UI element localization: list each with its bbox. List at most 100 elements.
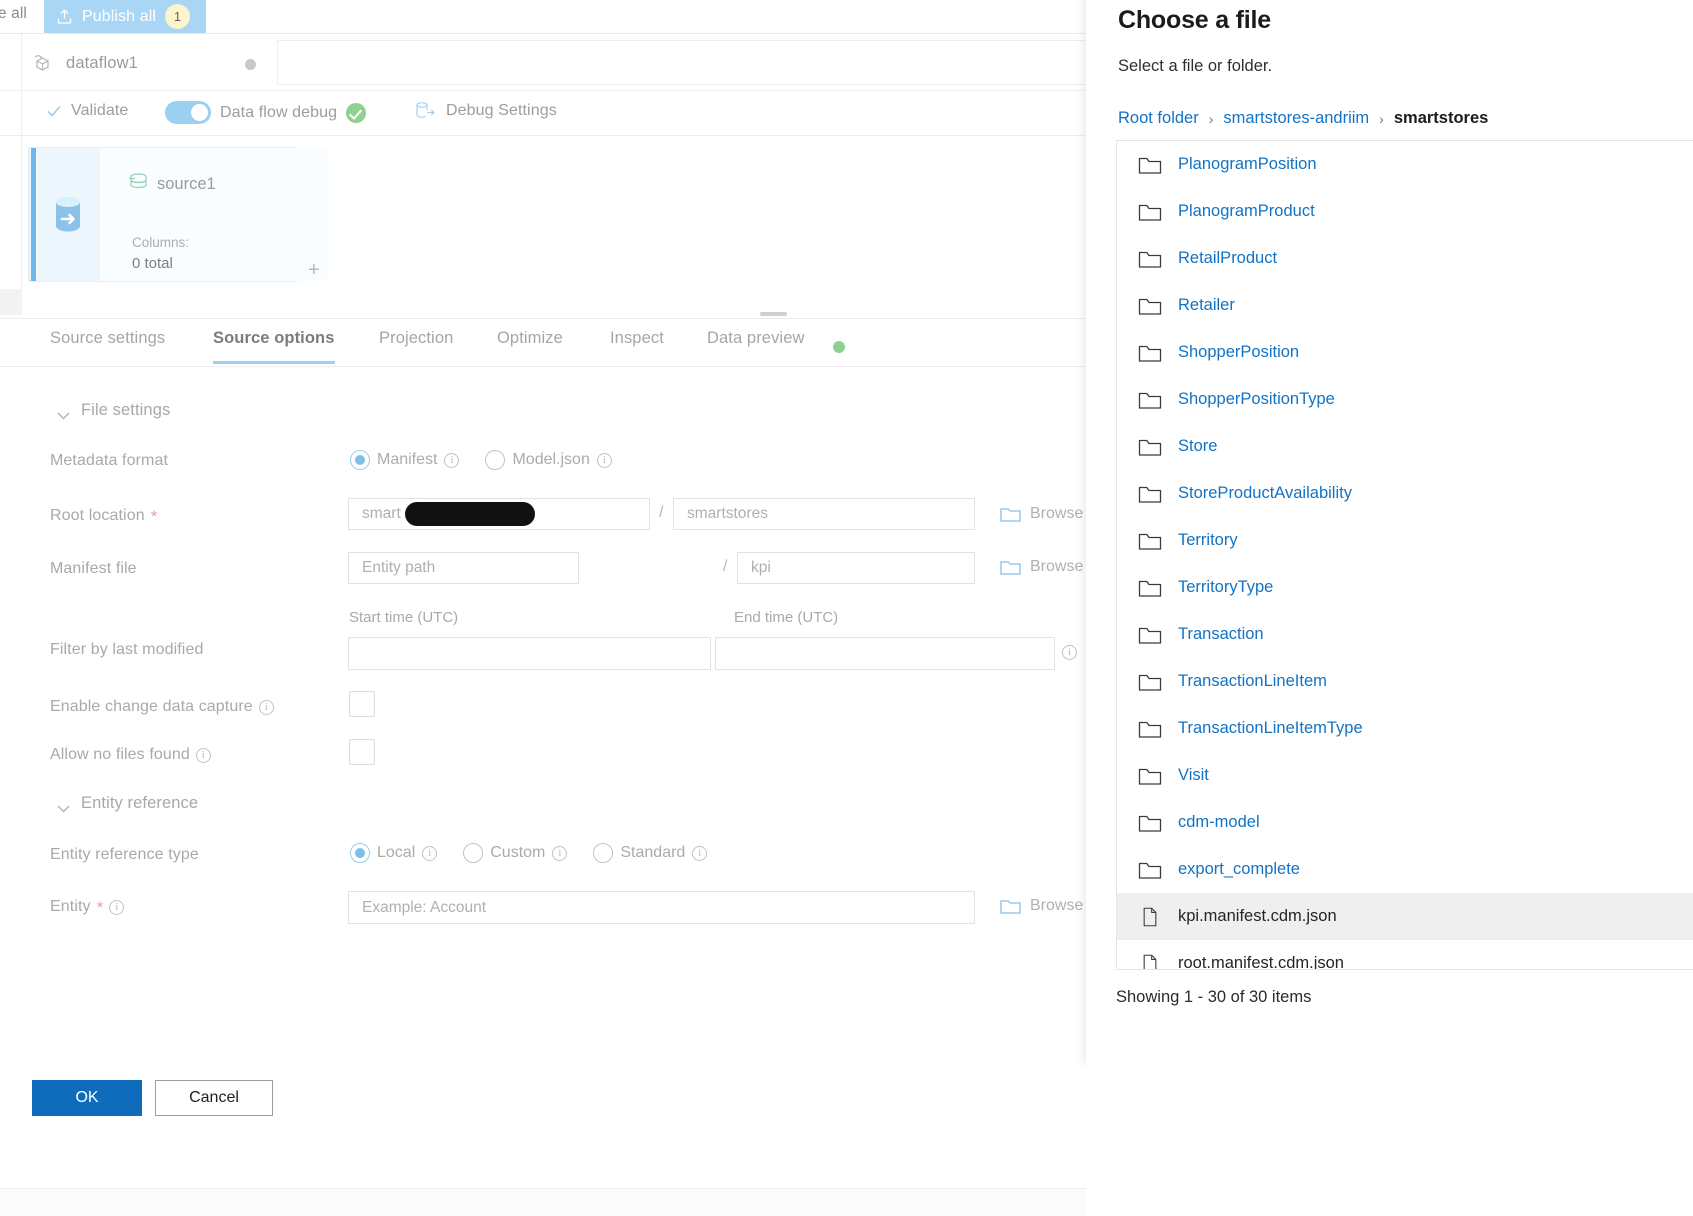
info-icon[interactable]: i (444, 452, 460, 468)
info-icon[interactable]: i (195, 747, 211, 763)
chevron-down-icon (57, 407, 70, 419)
folder-icon (1138, 437, 1162, 457)
start-time-input[interactable] (348, 637, 711, 670)
breadcrumb-current: smartstores (1393, 109, 1489, 127)
tab-optimize[interactable]: Optimize (497, 329, 563, 361)
radio-custom-icon[interactable] (463, 843, 484, 863)
folder-icon (1138, 625, 1162, 645)
entity-reference-type-radios[interactable]: Local i Custom i Standard i (350, 843, 733, 863)
publish-all-label: Publish all (82, 7, 157, 25)
file-browser-folder-row[interactable]: Store (1117, 423, 1693, 470)
info-icon[interactable]: i (552, 845, 568, 861)
breadcrumb-smartstores-andriim[interactable]: smartstores-andriim (1223, 109, 1369, 128)
breadcrumb: Root folder › smartstores-andriim › smar… (1118, 109, 1488, 128)
debug-settings-button[interactable]: Debug Settings (415, 101, 557, 121)
entity-placeholder: Example: Account (362, 898, 487, 916)
info-icon[interactable]: i (422, 845, 438, 861)
ok-button[interactable]: OK (32, 1080, 142, 1116)
radio-manifest-icon[interactable] (350, 450, 370, 470)
file-browser-item-label: TransactionLineItemType (1178, 719, 1363, 737)
enable-cdc-checkbox[interactable] (349, 691, 375, 717)
file-browser-folder-row[interactable]: Retailer (1117, 282, 1693, 329)
file-browser-folder-row[interactable]: ShopperPosition (1117, 329, 1693, 376)
file-browser-file-row[interactable]: kpi.manifest.cdm.json (1117, 893, 1693, 940)
file-browser-folder-row[interactable]: export_complete (1117, 846, 1693, 893)
radio-custom[interactable]: Custom i (463, 843, 568, 863)
publish-upload-icon (56, 8, 73, 25)
end-time-label: End time (UTC) (734, 609, 839, 626)
info-icon[interactable]: i (692, 845, 708, 861)
radio-modeljson[interactable]: Model.json i (485, 450, 612, 470)
dataflow-name[interactable]: dataflow1 (66, 54, 138, 73)
file-browser-list[interactable]: PlanogramPosition PlanogramProduct RetailP… (1116, 140, 1693, 970)
filter-last-modified-label: Filter by last modified (50, 641, 204, 658)
file-browser-item-label: kpi.manifest.cdm.json (1178, 907, 1337, 925)
file-settings-section-header[interactable]: File settings (57, 401, 170, 420)
file-browser-folder-row[interactable]: TransactionLineItem (1117, 658, 1693, 705)
info-icon[interactable]: i (258, 699, 274, 715)
canvas-rail-highlight (0, 289, 22, 315)
info-icon[interactable]: i (596, 452, 612, 468)
entity-browse-label: Browse (1030, 897, 1084, 914)
validate-button[interactable]: Validate (46, 102, 128, 120)
entity-reference-section-header[interactable]: Entity reference (57, 794, 198, 813)
manifest-file-browse-button[interactable]: Browse (1000, 558, 1083, 576)
root-location-separator: / (659, 504, 664, 521)
manifest-file-name-input[interactable]: kpi (737, 552, 975, 584)
radio-local-icon[interactable] (350, 843, 370, 863)
tab-source-settings[interactable]: Source settings (50, 329, 165, 361)
folder-icon (1138, 719, 1162, 739)
panel-resize-grip[interactable] (760, 312, 787, 316)
tab-source-options[interactable]: Source options (213, 329, 335, 364)
entity-browse-button[interactable]: Browse (1000, 897, 1083, 915)
publish-all-button[interactable]: Publish all 1 (44, 0, 207, 33)
radio-standard-icon[interactable] (593, 843, 614, 863)
info-icon[interactable]: i (109, 899, 125, 915)
source-node[interactable]: source1 Columns: 0 total (28, 147, 328, 282)
tab-projection[interactable]: Projection (379, 329, 453, 361)
info-icon[interactable]: i (1062, 645, 1077, 660)
tab-data-preview[interactable]: Data preview (707, 329, 805, 361)
file-browser-folder-row[interactable]: cdm-model (1117, 799, 1693, 846)
entity-label-text: Entity (50, 898, 91, 915)
file-browser-item-label: Visit (1178, 766, 1209, 784)
metadata-format-radios[interactable]: Manifest i Model.json i (350, 450, 638, 470)
file-browser-folder-row[interactable]: RetailProduct (1117, 235, 1693, 282)
radio-local[interactable]: Local i (350, 843, 438, 863)
entity-input[interactable]: Example: Account (348, 891, 975, 924)
file-browser-folder-row[interactable]: PlanogramProduct (1117, 188, 1693, 235)
source-database-icon (50, 195, 86, 235)
folder-icon (1000, 558, 1021, 576)
file-browser-folder-row[interactable]: Visit (1117, 752, 1693, 799)
file-browser-folder-row[interactable]: TransactionLineItemType (1117, 705, 1693, 752)
radio-standard[interactable]: Standard i (593, 843, 708, 863)
root-location-container-input[interactable]: smartstores (673, 498, 975, 530)
file-browser-folder-row[interactable]: Territory (1117, 517, 1693, 564)
radio-modeljson-icon[interactable] (485, 450, 506, 470)
toggle-switch-icon[interactable] (165, 101, 211, 124)
file-browser-item-label: TransactionLineItem (1178, 672, 1327, 690)
root-location-browse-button[interactable]: Browse (1000, 505, 1083, 523)
manifest-entity-path-input[interactable]: Entity path (348, 552, 579, 584)
bottom-strip (0, 1188, 1086, 1216)
tab-inspect[interactable]: Inspect (610, 329, 664, 361)
cancel-button[interactable]: Cancel (155, 1080, 273, 1116)
top-command-bar: e all Publish all 1 (0, 0, 1175, 33)
file-browser-folder-row[interactable]: Transaction (1117, 611, 1693, 658)
folder-icon (1000, 505, 1021, 523)
end-time-input[interactable] (715, 637, 1055, 670)
data-flow-debug-toggle[interactable]: Data flow debug (165, 101, 367, 124)
add-transformation-button[interactable]: + (308, 259, 320, 282)
radio-manifest[interactable]: Manifest i (350, 450, 460, 470)
breadcrumb-root-folder[interactable]: Root folder (1118, 109, 1199, 128)
file-browser-item-label: PlanogramPosition (1178, 155, 1317, 173)
file-browser-file-row[interactable]: root.manifest.cdm.json (1117, 940, 1693, 969)
file-browser-folder-row[interactable]: TerritoryType (1117, 564, 1693, 611)
close-all-button[interactable]: e all (0, 5, 27, 23)
file-browser-item-label: StoreProductAvailability (1178, 484, 1352, 502)
allow-no-files-checkbox[interactable] (349, 739, 375, 765)
file-browser-folder-row[interactable]: PlanogramPosition (1117, 141, 1693, 188)
file-browser-folder-row[interactable]: ShopperPositionType (1117, 376, 1693, 423)
file-browser-folder-row[interactable]: StoreProductAvailability (1117, 470, 1693, 517)
radio-standard-label: Standard (620, 844, 686, 861)
